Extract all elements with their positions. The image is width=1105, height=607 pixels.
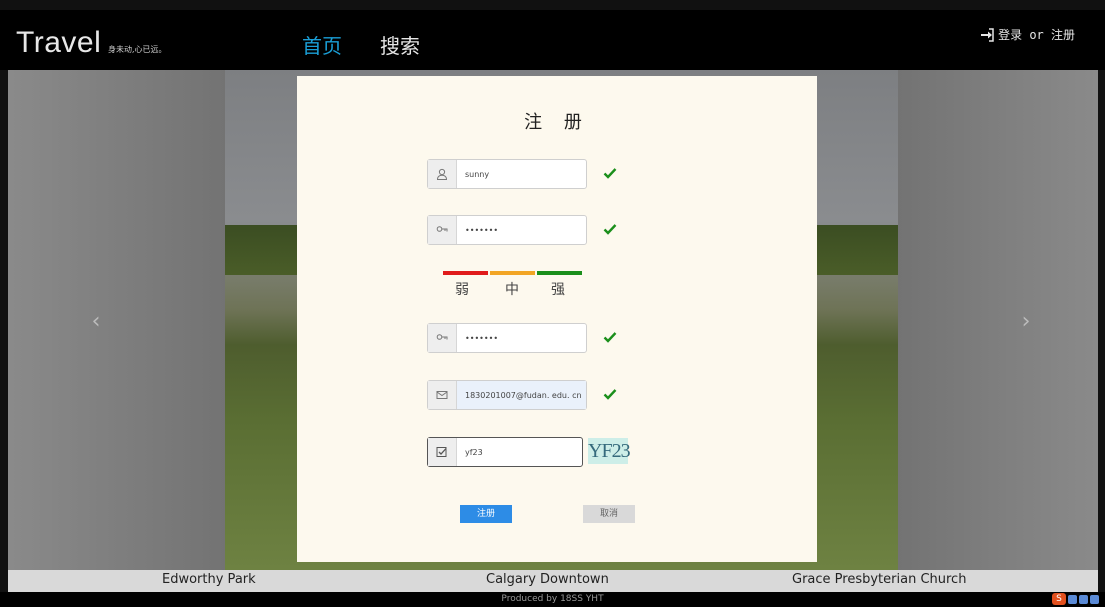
username-field[interactable]: sunny xyxy=(427,159,587,189)
email-input[interactable]: 1830201007@fudan. edu. cn xyxy=(457,381,586,409)
envelope-icon xyxy=(436,391,448,399)
ime-dot-icon xyxy=(1090,594,1099,604)
ime-logo-icon: S xyxy=(1052,593,1066,605)
key-icon xyxy=(436,226,448,232)
site-footer: Produced by 18SS YHT xyxy=(0,592,1105,607)
captcha-image[interactable]: YF23 xyxy=(588,438,631,464)
username-valid-check-icon xyxy=(603,168,617,179)
confirm-password-input[interactable]: ••••••• xyxy=(457,324,586,352)
site-logo[interactable]: Travel xyxy=(16,26,101,60)
confirm-valid-check-icon xyxy=(603,332,617,343)
login-register-link[interactable]: 登录 or 注册 xyxy=(980,26,1075,43)
sign-in-icon xyxy=(981,27,994,42)
carousel-captions: Edworthy Park Calgary Downtown Grace Pre… xyxy=(8,570,1098,592)
strength-bar-medium xyxy=(490,271,535,275)
site-slogan: 身未动,心已远。 xyxy=(108,45,167,54)
confirm-password-field[interactable]: ••••••• xyxy=(427,323,587,353)
password-input[interactable]: ••••••• xyxy=(457,216,586,244)
checkbox-icon xyxy=(436,447,447,457)
password-valid-check-icon xyxy=(603,224,617,235)
top-navbar: Travel 身未动,心已远。 首页 搜索 登录 or 注册 xyxy=(0,10,1105,70)
email-addon xyxy=(428,381,457,409)
ime-dot-icon xyxy=(1068,594,1077,604)
carousel-side-image-right xyxy=(898,70,1098,570)
key-icon xyxy=(436,334,448,340)
carousel-next-arrow[interactable]: › xyxy=(1016,310,1036,334)
strength-bar-strong xyxy=(537,271,582,275)
password-strength-meter: 弱 中 强 xyxy=(443,271,583,311)
captcha-field[interactable]: yf23 xyxy=(427,437,583,467)
captcha-addon xyxy=(428,438,457,466)
confirm-password-addon xyxy=(428,324,457,352)
nav-search[interactable]: 搜索 xyxy=(380,30,420,59)
login-register-text: 登录 or 注册 xyxy=(998,28,1075,42)
caption-grace-church[interactable]: Grace Presbyterian Church xyxy=(792,572,966,587)
strength-bar-weak xyxy=(443,271,488,275)
register-title: 注 册 xyxy=(524,112,590,133)
register-modal: 注 册 sunny ••••••• 弱 中 强 ••••••• 18302010… xyxy=(297,76,817,562)
carousel-prev-arrow[interactable]: ‹ xyxy=(86,310,106,334)
strength-label-medium: 中 xyxy=(505,282,519,298)
user-icon xyxy=(436,168,448,180)
cancel-button[interactable]: 取消 xyxy=(583,505,635,523)
register-submit-button[interactable]: 注册 xyxy=(460,505,512,523)
password-addon xyxy=(428,216,457,244)
strength-label-strong: 强 xyxy=(551,282,565,298)
username-addon xyxy=(428,160,457,188)
strength-label-weak: 弱 xyxy=(455,282,469,298)
captcha-input[interactable]: yf23 xyxy=(457,438,582,466)
carousel-side-image-left xyxy=(8,70,225,570)
caption-calgary-downtown[interactable]: Calgary Downtown xyxy=(486,572,609,587)
email-valid-check-icon xyxy=(603,389,617,400)
username-input[interactable]: sunny xyxy=(457,160,586,188)
email-field[interactable]: 1830201007@fudan. edu. cn xyxy=(427,380,587,410)
nav-home[interactable]: 首页 xyxy=(302,30,342,59)
ime-dot-icon xyxy=(1079,594,1088,604)
ime-toolbar[interactable]: S xyxy=(1052,593,1099,605)
password-field[interactable]: ••••••• xyxy=(427,215,587,245)
caption-edworthy-park[interactable]: Edworthy Park xyxy=(162,572,256,587)
